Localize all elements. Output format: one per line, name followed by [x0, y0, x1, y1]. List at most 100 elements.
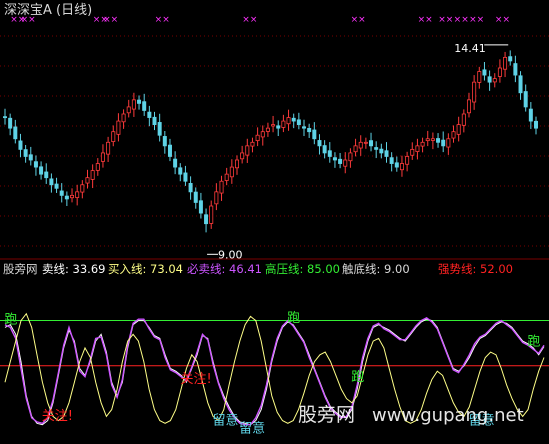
candle-down — [198, 200, 203, 214]
candle-down — [307, 127, 312, 133]
candle-down — [204, 214, 209, 225]
candle-down — [64, 195, 69, 200]
candle-down — [23, 149, 28, 157]
candle-up — [245, 145, 250, 156]
candle-down — [178, 167, 183, 175]
strong-line-label: 强势线: 52.00 — [438, 262, 513, 276]
candle-down — [523, 91, 528, 108]
indicator-header: 股旁网 卖线: 33.69 买入线: 73.04 必卖线: 46.41 高压线:… — [3, 262, 513, 276]
candle-up — [240, 152, 245, 160]
candle-up — [75, 191, 80, 198]
bottom-line-label: 触底线: 9.00 — [342, 262, 410, 276]
must-sell-line-label: 必卖线: 46.41 — [187, 262, 262, 276]
candle-down — [369, 140, 374, 147]
stay-signal: 留意 — [212, 412, 238, 428]
candle-down — [152, 116, 157, 126]
candle-up — [95, 163, 100, 171]
candle-down — [534, 120, 539, 129]
sell-marker: ×× — [454, 15, 469, 25]
candle-down — [528, 108, 533, 122]
candlestick-series — [3, 50, 539, 233]
price-grid — [0, 35, 549, 247]
candle-up — [219, 180, 224, 194]
sell-marker: ×× — [103, 15, 118, 25]
candle-up — [250, 141, 255, 147]
candle-down — [13, 126, 18, 140]
sell-marker: ×× — [418, 15, 433, 25]
candle-up — [415, 145, 420, 152]
candle-up — [466, 99, 471, 114]
candle-down — [482, 69, 487, 76]
candle-up — [121, 113, 126, 123]
watermark: 股旁网 www.gupang.net — [298, 404, 524, 426]
watermark-url: www.gupang.net — [372, 405, 524, 426]
candle-up — [472, 81, 477, 103]
candle-up — [353, 145, 358, 153]
sell-marker: ×× — [351, 15, 366, 25]
candle-up — [90, 170, 95, 180]
candle-up — [271, 124, 276, 127]
candle-down — [436, 138, 441, 143]
candle-down — [312, 129, 317, 140]
candle-up — [410, 148, 415, 156]
candle-down — [3, 116, 8, 119]
sell-marker: ×× — [438, 15, 453, 25]
candle-down — [338, 158, 343, 164]
candle-up — [234, 159, 239, 169]
candle-down — [193, 191, 198, 203]
candle-down — [394, 162, 399, 168]
stay-signal: 留意 — [239, 421, 265, 437]
candle-down — [441, 139, 446, 147]
candle-down — [137, 99, 142, 104]
candle-up — [80, 184, 85, 193]
candle-down — [513, 63, 518, 76]
chart-canvas: 深深宝A (日线) ×××× ×××× ×× ×× ×× ×× ×× ×× ×× ×× 14.41… — [0, 3, 549, 437]
candle-down — [59, 190, 64, 196]
candle-up — [281, 120, 286, 128]
candle-up — [111, 131, 116, 142]
candle-up — [456, 124, 461, 135]
candle-up — [286, 117, 291, 125]
candle-up — [420, 141, 425, 147]
candle-down — [374, 147, 379, 150]
candle-up — [116, 120, 121, 135]
sell-marker: ×× — [21, 15, 36, 25]
candle-down — [384, 150, 389, 157]
candle-up — [503, 56, 508, 70]
candle-down — [142, 101, 147, 111]
candle-down — [296, 119, 301, 126]
watermark-name: 股旁网 — [298, 404, 355, 426]
candle-up — [430, 138, 435, 141]
candle-down — [157, 122, 162, 136]
candle-up — [348, 152, 353, 162]
candle-up — [214, 191, 219, 205]
candle-down — [39, 166, 44, 175]
candle-down — [332, 157, 337, 161]
candle-down — [518, 75, 523, 94]
sell-marker: ×× — [242, 15, 257, 25]
candle-up — [492, 78, 497, 83]
sell-marker: ×× — [469, 15, 484, 25]
candle-down — [44, 171, 49, 179]
attention-signal: 关注! — [42, 409, 73, 424]
candle-up — [70, 194, 75, 199]
candle-down — [302, 126, 307, 129]
candle-up — [260, 131, 265, 138]
sell-line-label: 卖线: 33.69 — [42, 262, 105, 276]
candle-down — [173, 158, 178, 168]
candle-down — [508, 56, 513, 62]
candle-up — [477, 71, 482, 83]
candle-down — [188, 183, 193, 193]
candle-up — [446, 138, 451, 148]
sell-marker: ×× — [155, 15, 170, 25]
candle-up — [255, 134, 260, 142]
candle-down — [487, 76, 492, 83]
candle-down — [183, 172, 188, 182]
candle-up — [461, 113, 466, 126]
candle-down — [327, 150, 332, 157]
candle-up — [106, 141, 111, 155]
indicator-name: 股旁网 — [3, 262, 38, 276]
high-label: 14.41 — [454, 42, 486, 55]
run-signal: 跑 — [351, 370, 364, 385]
candle-up — [224, 173, 229, 181]
